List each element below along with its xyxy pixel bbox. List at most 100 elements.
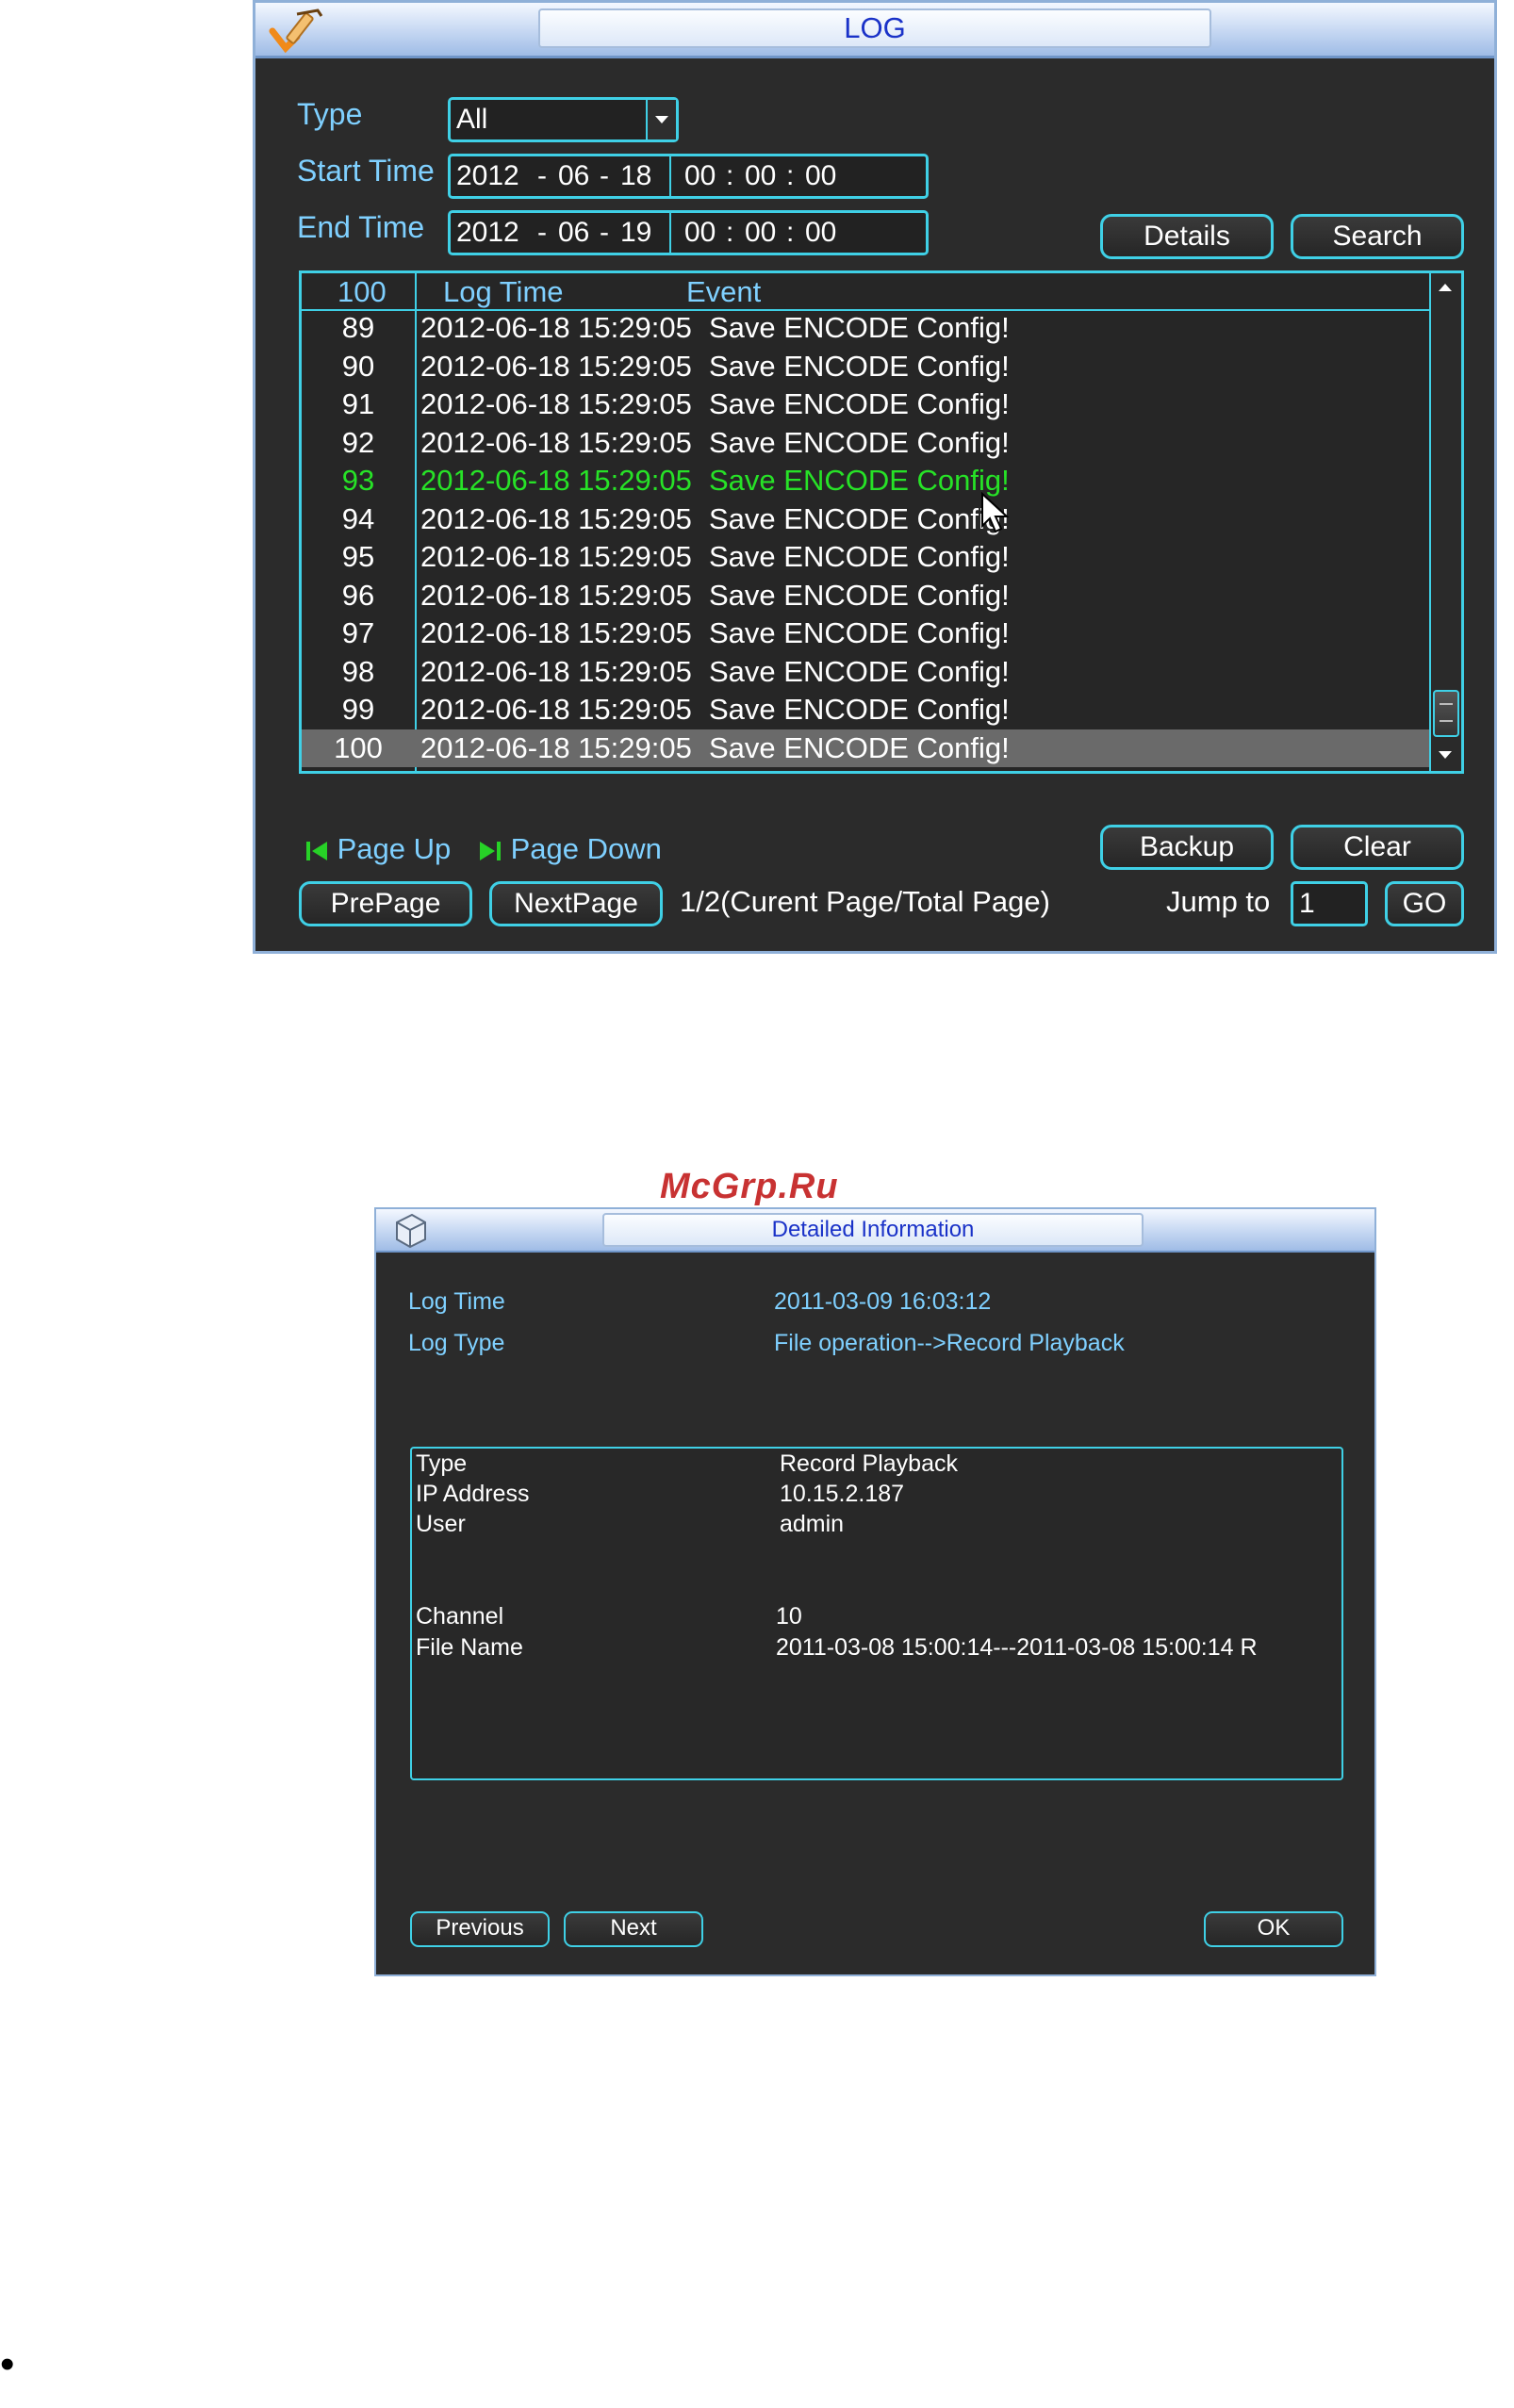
- table-row[interactable]: 94 2012-06-18 15:29:05 Save ENCODE Config!: [302, 500, 1429, 538]
- go-button[interactable]: GO: [1385, 881, 1464, 926]
- ok-button[interactable]: OK: [1204, 1911, 1343, 1947]
- row-event: Save ENCODE Config!: [709, 693, 1010, 726]
- row-event: Save ENCODE Config!: [709, 425, 1010, 459]
- end-day[interactable]: 19: [620, 213, 651, 253]
- start-year[interactable]: 2012: [456, 156, 519, 196]
- row-number: 100: [334, 730, 383, 764]
- watermark: McGrp.Ru: [660, 1167, 839, 1206]
- row-number: 90: [341, 349, 375, 383]
- field-divider: [669, 156, 671, 196]
- row-number: 95: [341, 540, 375, 573]
- detail-window: Detailed Information Log Time 2011-03-09…: [374, 1207, 1376, 1976]
- end-minute[interactable]: 00: [745, 213, 776, 253]
- search-button[interactable]: Search: [1291, 214, 1464, 259]
- page-up-icon: [306, 841, 327, 860]
- table-row[interactable]: 96 2012-06-18 15:29:05 Save ENCODE Config!: [302, 577, 1429, 614]
- start-minute[interactable]: 00: [745, 156, 776, 196]
- scroll-down-arrow-icon[interactable]: [1431, 741, 1459, 769]
- row-number: 89: [341, 311, 375, 344]
- info-channel-label: Channel: [416, 1603, 504, 1630]
- scroll-thumb[interactable]: [1433, 690, 1459, 737]
- row-log-time: 2012-06-18 15:29:05: [420, 540, 692, 573]
- scroll-up-arrow-icon[interactable]: [1431, 273, 1459, 302]
- row-number: 93: [341, 464, 375, 497]
- info-box-icon: [396, 1213, 426, 1249]
- table-row[interactable]: 91 2012-06-18 15:29:05 Save ENCODE Config!: [302, 385, 1429, 423]
- table-row[interactable]: 95 2012-06-18 15:29:05 Save ENCODE Config!: [302, 538, 1429, 576]
- row-event: Save ENCODE Config!: [709, 387, 1010, 420]
- log-title: LOG: [538, 8, 1211, 48]
- row-number: 98: [341, 654, 375, 688]
- page-down-icon: [480, 841, 501, 860]
- info-file-name-value: 2011-03-08 15:00:14---2011-03-08 15:00:1…: [776, 1634, 1258, 1661]
- log-type-value: File operation-->Record Playback: [774, 1330, 1125, 1356]
- time-separator: :: [786, 160, 795, 191]
- date-separator: -: [537, 217, 547, 248]
- end-month[interactable]: 06: [558, 213, 589, 253]
- end-time-field[interactable]: 2012 - 06 - 19 00 : 00 : 00: [448, 210, 929, 255]
- dropdown-arrow-icon[interactable]: [646, 100, 676, 139]
- log-title-bar: LOG: [255, 3, 1494, 58]
- end-year[interactable]: 2012: [456, 213, 519, 253]
- row-log-time: 2012-06-18 15:29:05: [420, 425, 692, 459]
- clear-button[interactable]: Clear: [1291, 825, 1464, 870]
- end-second[interactable]: 00: [805, 213, 836, 253]
- type-select[interactable]: All: [448, 97, 679, 142]
- header-event[interactable]: Event: [686, 275, 761, 309]
- start-hour[interactable]: 00: [684, 156, 716, 196]
- log-type-label: Log Type: [408, 1330, 505, 1356]
- start-time-field[interactable]: 2012 - 06 - 18 00 : 00 : 00: [448, 154, 929, 199]
- log-time-label: Log Time: [408, 1288, 505, 1315]
- table-row[interactable]: 97 2012-06-18 15:29:05 Save ENCODE Config!: [302, 614, 1429, 652]
- jump-to-input[interactable]: 1: [1291, 881, 1368, 926]
- table-row[interactable]: 99 2012-06-18 15:29:05 Save ENCODE Config!: [302, 691, 1429, 729]
- info-ip-label: IP Address: [416, 1481, 530, 1507]
- table-scrollbar[interactable]: [1429, 273, 1461, 771]
- row-log-time: 2012-06-18 15:29:05: [420, 349, 692, 383]
- row-event: Save ENCODE Config!: [709, 730, 1010, 764]
- nextpage-button[interactable]: NextPage: [489, 881, 663, 926]
- page-down-link[interactable]: Page Down: [478, 832, 662, 866]
- details-button[interactable]: Details: [1100, 214, 1274, 259]
- row-log-time: 2012-06-18 15:29:05: [420, 311, 692, 344]
- date-separator: -: [600, 217, 609, 248]
- mouse-cursor-icon: [981, 492, 1010, 533]
- row-log-time: 2012-06-18 15:29:05: [420, 387, 692, 420]
- next-button[interactable]: Next: [564, 1911, 703, 1947]
- prepage-button[interactable]: PrePage: [299, 881, 472, 926]
- date-separator: -: [600, 160, 609, 191]
- table-row[interactable]: 100 2012-06-18 15:29:05 Save ENCODE Config…: [302, 729, 1429, 767]
- table-row[interactable]: 93 2012-06-18 15:29:05 Save ENCODE Config!: [302, 462, 1429, 500]
- log-table: 100 Log Time Event 89 2012-06-18 15:29:05…: [299, 270, 1464, 774]
- table-row[interactable]: 92 2012-06-18 15:29:05 Save ENCODE Config!: [302, 424, 1429, 462]
- table-row[interactable]: 89 2012-06-18 15:29:05 Save ENCODE Config!: [302, 309, 1429, 347]
- jump-to-label: Jump to: [1166, 885, 1271, 918]
- start-month[interactable]: 06: [558, 156, 589, 196]
- log-time-value: 2011-03-09 16:03:12: [774, 1288, 992, 1315]
- info-ip-value: 10.15.2.187: [780, 1481, 905, 1507]
- start-day[interactable]: 18: [620, 156, 651, 196]
- table-row[interactable]: 90 2012-06-18 15:29:05 Save ENCODE Config!: [302, 348, 1429, 385]
- page-up-link[interactable]: Page Up: [304, 832, 451, 866]
- detail-title-bar: Detailed Information: [376, 1209, 1374, 1253]
- backup-button[interactable]: Backup: [1100, 825, 1274, 870]
- time-separator: :: [786, 217, 795, 248]
- header-log-time[interactable]: Log Time: [443, 275, 564, 309]
- row-event: Save ENCODE Config!: [709, 616, 1010, 649]
- row-log-time: 2012-06-18 15:29:05: [420, 501, 692, 535]
- info-file-name-label: File Name: [416, 1634, 523, 1661]
- end-time-label: End Time: [297, 210, 425, 244]
- table-row[interactable]: 98 2012-06-18 15:29:05 Save ENCODE Config!: [302, 653, 1429, 691]
- detail-info-box: Type Record Playback IP Address 10.15.2.…: [410, 1447, 1343, 1780]
- info-user-label: User: [416, 1511, 466, 1537]
- row-event: Save ENCODE Config!: [709, 540, 1010, 573]
- end-hour[interactable]: 00: [684, 213, 716, 253]
- row-event: Save ENCODE Config!: [709, 464, 1010, 497]
- type-label: Type: [297, 97, 363, 131]
- row-number: 99: [341, 693, 375, 726]
- previous-button[interactable]: Previous: [410, 1911, 550, 1947]
- row-event: Save ENCODE Config!: [709, 311, 1010, 344]
- start-second[interactable]: 00: [805, 156, 836, 196]
- row-event: Save ENCODE Config!: [709, 349, 1010, 383]
- info-type-label: Type: [416, 1450, 468, 1477]
